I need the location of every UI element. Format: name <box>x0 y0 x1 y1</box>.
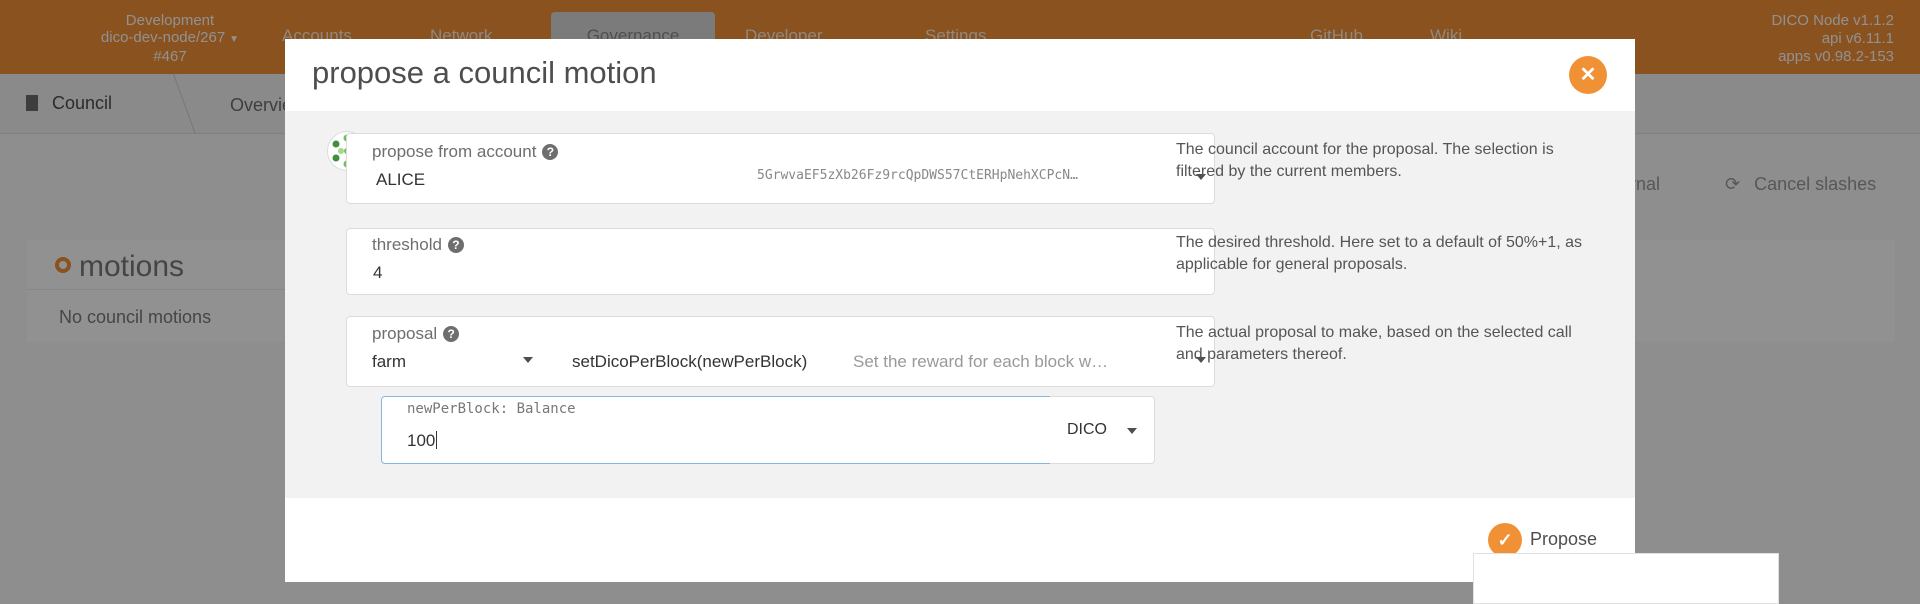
account-label: propose from account? <box>372 142 559 162</box>
modal-footer <box>285 498 1635 582</box>
threshold-input[interactable]: 4 <box>373 263 382 283</box>
account-address: 5GrwvaEF5zXb26Fz9rcQpDWS57CtERHpNehXCPcN… <box>757 168 1078 183</box>
help-icon[interactable]: ? <box>443 326 460 342</box>
check-icon: ✓ <box>1488 523 1522 557</box>
propose-motion-modal: propose a council motion ✕ propose from … <box>285 39 1635 582</box>
proposal-section-select[interactable]: farm <box>372 352 406 372</box>
proposal-method-description: Set the reward for each block w… <box>853 352 1109 371</box>
unit-select[interactable]: DICO <box>1050 396 1155 464</box>
chevron-down-icon <box>1127 428 1137 434</box>
threshold-hint: The desired threshold. Here set to a def… <box>1176 234 1583 273</box>
modal-title: propose a council motion <box>312 55 657 90</box>
param-value[interactable]: 100 <box>407 431 438 451</box>
close-icon: ✕ <box>1579 64 1597 86</box>
help-icon[interactable]: ? <box>447 237 464 253</box>
account-field[interactable]: propose from account? ALICE 5GrwvaEF5zXb… <box>346 133 1215 204</box>
proposal-method-select[interactable]: setDicoPerBlock(newPerBlock) <box>572 352 807 372</box>
account-hint: The council account for the proposal. Th… <box>1176 141 1554 180</box>
new-per-block-input[interactable]: newPerBlock: Balance 100 <box>381 396 1051 464</box>
proposal-label: proposal? <box>372 324 460 344</box>
text-cursor <box>436 431 438 449</box>
notification-panel <box>1473 553 1779 604</box>
threshold-field[interactable]: threshold? 4 <box>346 228 1215 295</box>
chevron-down-icon <box>523 357 533 363</box>
threshold-label: threshold? <box>372 235 464 255</box>
proposal-hint: The actual proposal to make, based on th… <box>1176 324 1572 363</box>
propose-label: Propose <box>1530 528 1598 549</box>
propose-button[interactable]: ✓ Propose <box>1488 523 1597 557</box>
help-icon[interactable]: ? <box>542 144 559 160</box>
proposal-field: proposal? farm setDicoPerBlock(newPerBlo… <box>346 316 1215 387</box>
param-label: newPerBlock: Balance <box>407 401 576 417</box>
close-button[interactable]: ✕ <box>1569 56 1607 94</box>
unit-label: DICO <box>1067 421 1107 438</box>
account-name: ALICE <box>376 170 426 189</box>
